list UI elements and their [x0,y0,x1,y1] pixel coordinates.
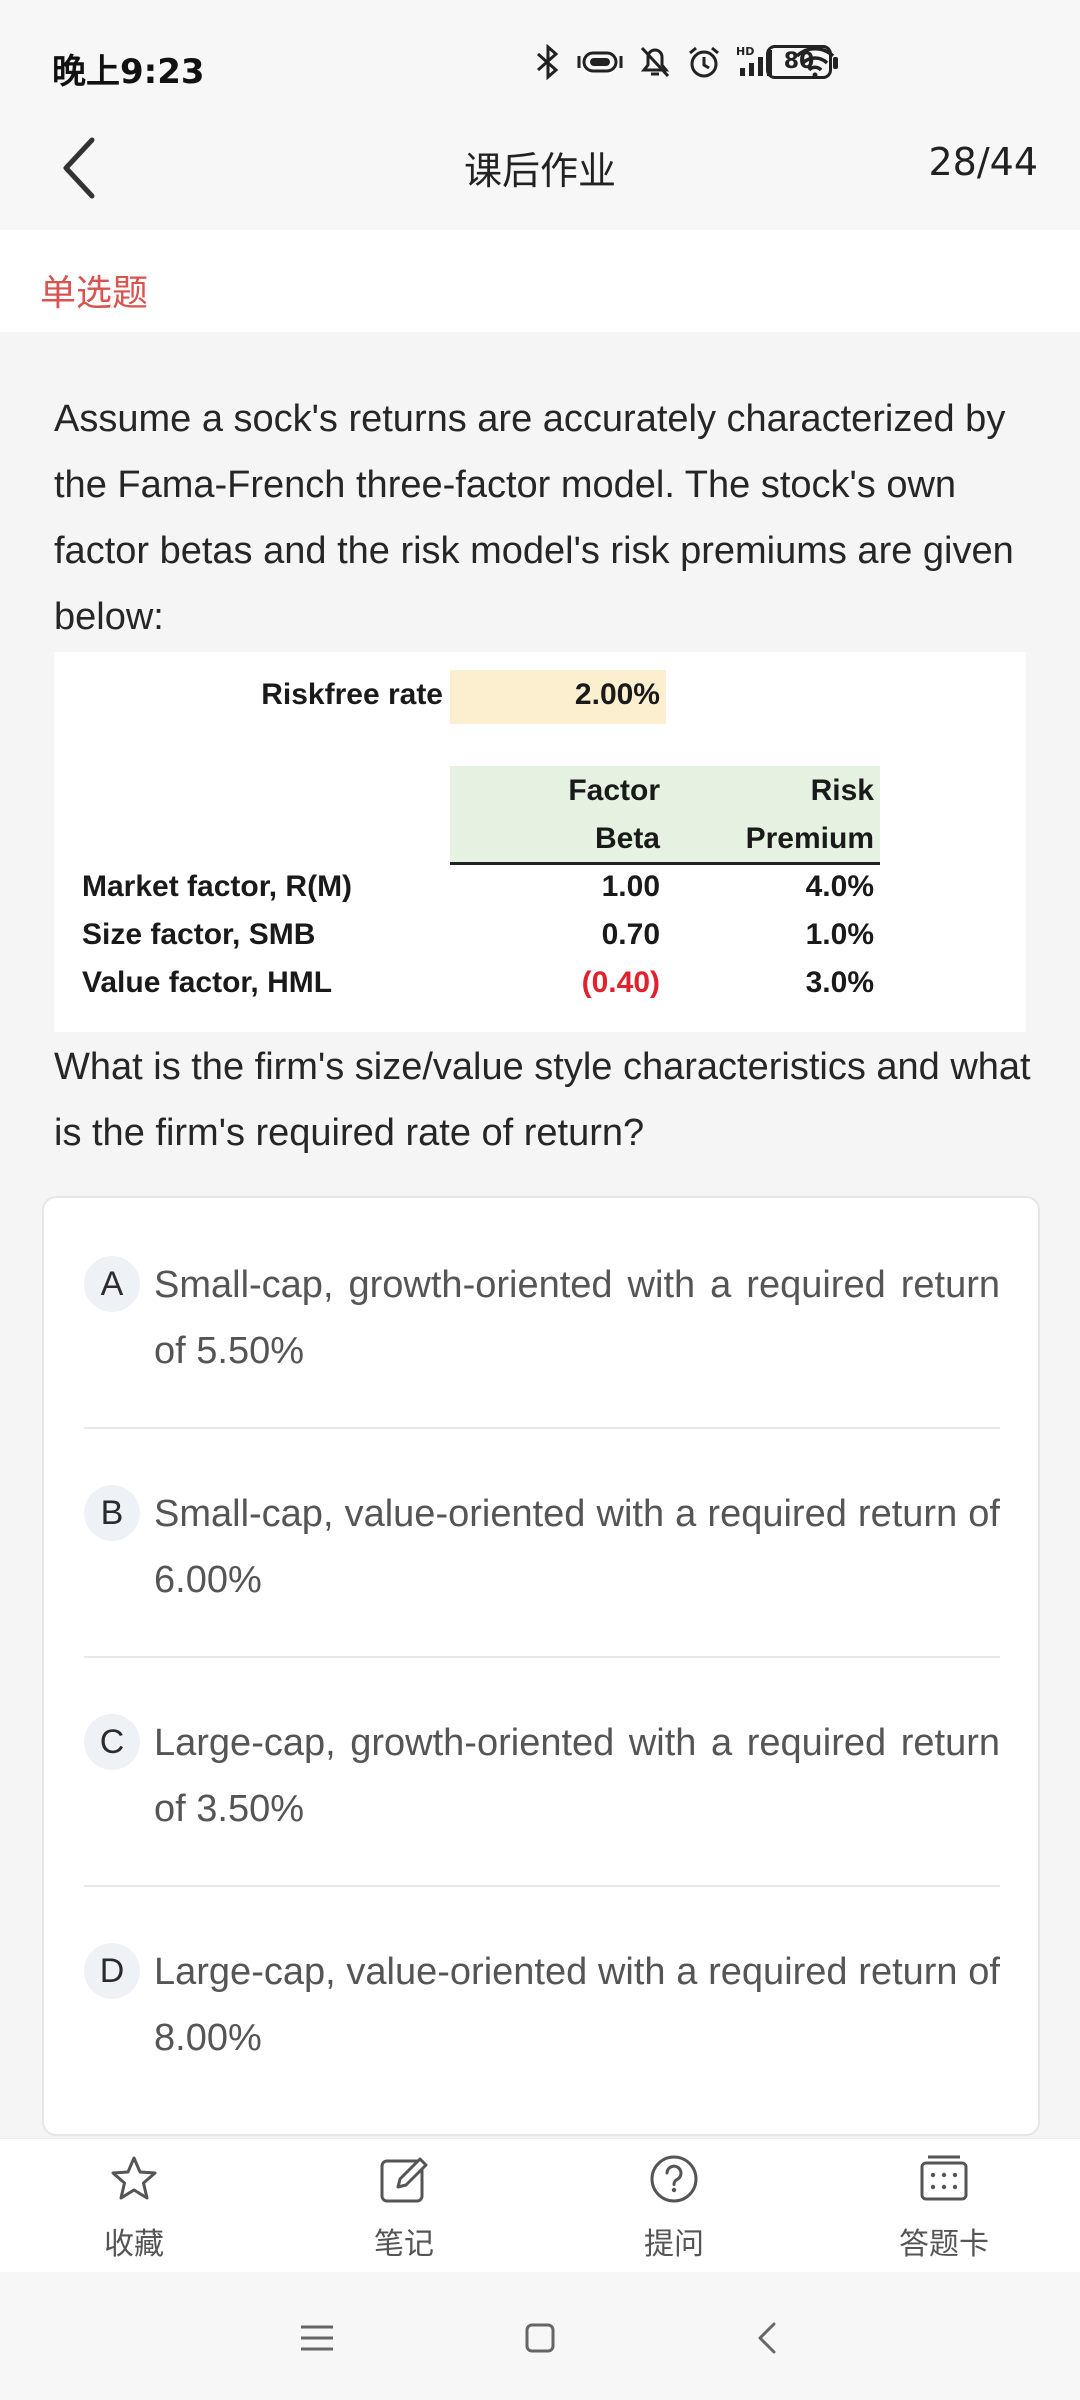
tab-label: 收藏 [104,2228,164,2261]
option-text: Small-cap, growth-oriented with a requir… [154,1264,1000,1372]
alarm-icon [686,44,722,80]
option-d[interactable]: D Large-cap, value-oriented with a requi… [84,1885,1000,2114]
question-type-label: 单选题 [40,272,149,313]
question-intro: Assume a sock's returns are accurately c… [54,398,1014,638]
back-button[interactable] [48,128,108,208]
question-progress: 28/44 [928,140,1038,184]
option-letter: D [84,1943,140,1999]
star-icon [111,2156,157,2200]
vibrate-icon [576,44,624,80]
battery-icon: 80 [766,45,838,79]
bluetooth-icon [534,44,562,80]
system-nav-bar [0,2272,1080,2400]
question-icon [650,2155,698,2203]
riskfree-value: 2.00% [574,678,660,711]
option-text: Small-cap, value-oriented with a require… [154,1493,1000,1601]
row-premium-value: 3.0% [805,966,874,999]
tab-ask[interactable]: 提问 [574,2153,774,2263]
row-beta-size: 0.70 [601,918,660,951]
question-prompt: What is the firm's size/value style char… [54,1046,1031,1154]
note-edit-icon [380,2157,428,2203]
option-text: Large-cap, growth-oriented with a requir… [154,1722,1000,1830]
row-beta-market: 1.00 [601,870,660,903]
chevron-left-icon [63,137,95,199]
tab-favorite[interactable]: 收藏 [34,2153,234,2263]
tab-label: 笔记 [374,2228,434,2261]
factor-table-image: Riskfree rate 2.00% Factor Beta Risk Pre… [54,652,1026,1032]
option-b[interactable]: B Small-cap, value-oriented with a requi… [84,1427,1000,1656]
tab-notes[interactable]: 笔记 [304,2153,504,2263]
option-letter: B [84,1485,140,1541]
row-beta-value: (0.40) [581,966,660,999]
nav-back-button[interactable] [737,2308,797,2368]
options-card: A Small-cap, growth-oriented with a requ… [42,1196,1040,2136]
row-label-value: Value factor, HML [82,966,333,999]
tab-label: 答题卡 [899,2228,989,2261]
answer-card-icon [920,2155,968,2201]
bottom-toolbar: 收藏 笔记 提问 答题卡 [0,2138,1080,2272]
col-premium-header-1: Risk [810,774,874,807]
option-letter: C [84,1714,140,1770]
col-beta-header-2: Beta [594,822,660,855]
tab-answer-card[interactable]: 答题卡 [844,2153,1044,2263]
mute-bell-icon [638,44,672,80]
status-time: 晚上9:23 [52,52,205,92]
status-bar: 晚上9:23 HD 80 [0,0,1080,120]
nav-menu-button[interactable] [287,2308,347,2368]
svg-text:HD: HD [736,45,754,58]
option-c[interactable]: C Large-cap, growth-oriented with a requ… [84,1656,1000,1885]
row-premium-size: 1.0% [805,918,874,951]
back-icon [758,2322,776,2354]
tab-label: 提问 [644,2228,704,2261]
row-label-size: Size factor, SMB [82,918,316,951]
col-premium-header-2: Premium [745,822,874,855]
row-premium-market: 4.0% [805,870,874,903]
page-title: 课后作业 [463,151,616,193]
option-a[interactable]: A Small-cap, growth-oriented with a requ… [84,1198,1000,1427]
home-icon [525,2323,555,2353]
table-header-rule [450,862,880,865]
question-type-bar: 单选题 [0,248,1080,332]
row-label-market: Market factor, R(M) [82,870,353,903]
riskfree-label: Riskfree rate [261,678,443,711]
col-beta-header-1: Factor [568,774,660,807]
nav-home-button[interactable] [510,2308,570,2368]
option-text: Large-cap, value-oriented with a require… [154,1951,1000,2059]
menu-icon [301,2325,333,2351]
header: 课后作业 28/44 [0,120,1080,230]
option-letter: A [84,1256,140,1312]
